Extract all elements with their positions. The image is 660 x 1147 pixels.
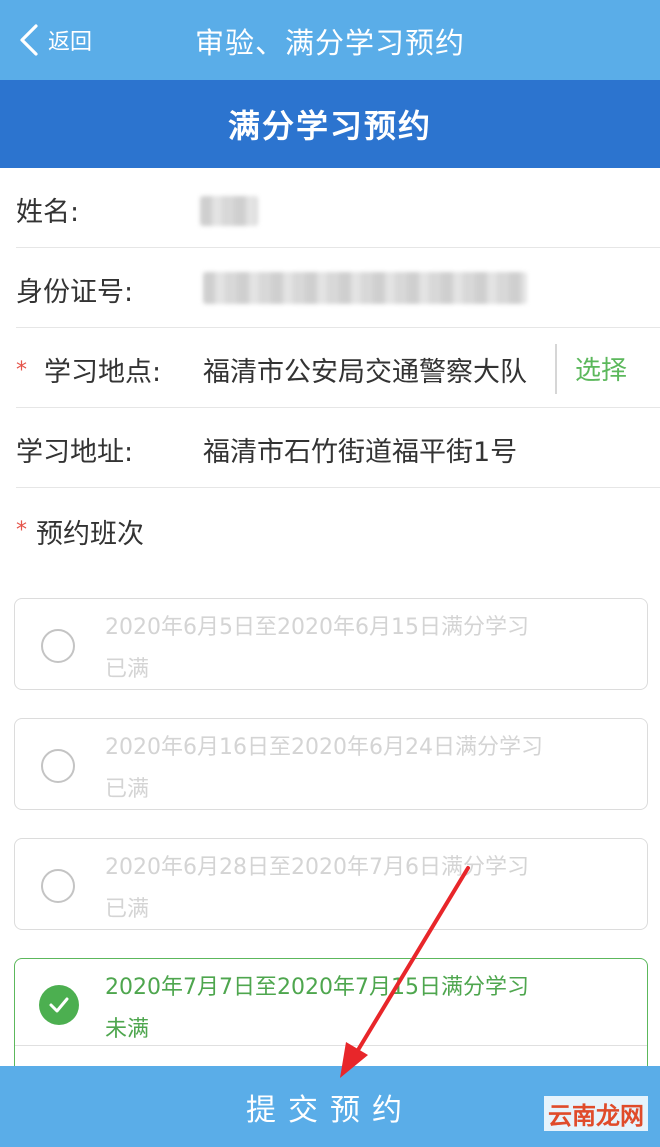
select-separator: [555, 344, 557, 394]
nav-title: 审验、满分学习预约: [194, 26, 465, 60]
study-address-value: 福清市石竹街道福平街1号: [203, 437, 518, 468]
class-option-status: 已满: [105, 657, 150, 682]
class-section-label: 预约班次: [36, 519, 144, 550]
study-place-row[interactable]: * 学习地点: 福清市公安局交通警察大队 选择: [0, 328, 660, 408]
required-mark: *: [16, 518, 27, 543]
study-address-label: 学习地址:: [16, 437, 134, 468]
id-number-value-redacted: [203, 272, 527, 304]
class-option-dates: 2020年6月5日至2020年6月15日满分学习: [105, 615, 529, 640]
name-label: 姓名:: [16, 197, 80, 228]
select-button[interactable]: 选择: [575, 350, 627, 387]
study-place-value: 福清市公安局交通警察大队: [203, 357, 527, 388]
class-option-selected[interactable]: 2020年7月7日至2020年7月15日满分学习 未满: [14, 958, 648, 1078]
class-option-dates: 2020年7月7日至2020年7月15日满分学习: [105, 975, 529, 1000]
divider: [15, 1045, 647, 1046]
name-row: 姓名:: [0, 168, 660, 248]
top-nav-bar: 返回 审验、满分学习预约: [0, 0, 660, 80]
class-option-dates: 2020年6月28日至2020年7月6日满分学习: [105, 855, 529, 880]
id-number-row: 身份证号:: [0, 248, 660, 328]
study-address-row: 学习地址: 福清市石竹街道福平街1号: [0, 408, 660, 488]
checkmark-icon: [49, 997, 69, 1013]
class-option-status: 未满: [105, 1017, 150, 1042]
radio-unchecked-icon[interactable]: [41, 869, 75, 903]
radio-unchecked-icon[interactable]: [41, 749, 75, 783]
watermark: 云南龙网: [544, 1096, 648, 1131]
class-option[interactable]: 2020年6月16日至2020年6月24日满分学习 已满: [14, 718, 648, 810]
required-mark: *: [16, 358, 27, 383]
class-option-status: 已满: [105, 777, 150, 802]
class-option-status: 已满: [105, 897, 150, 922]
divider: [16, 487, 660, 488]
page-title: 满分学习预约: [0, 80, 660, 168]
class-option[interactable]: 2020年6月28日至2020年7月6日满分学习 已满: [14, 838, 648, 930]
radio-checked-icon[interactable]: [39, 985, 79, 1025]
study-place-label: 学习地点:: [44, 357, 162, 388]
name-value-redacted: [200, 196, 258, 226]
id-number-label: 身份证号:: [16, 277, 134, 308]
class-option[interactable]: 2020年6月5日至2020年6月15日满分学习 已满: [14, 598, 648, 690]
class-option-dates: 2020年6月16日至2020年6月24日满分学习: [105, 735, 543, 760]
radio-unchecked-icon[interactable]: [41, 629, 75, 663]
